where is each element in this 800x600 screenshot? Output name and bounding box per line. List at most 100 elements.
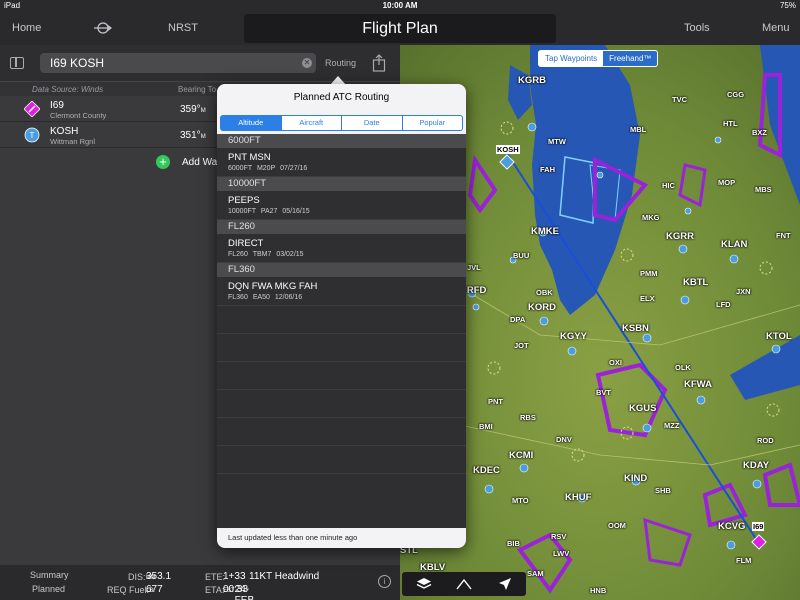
menu-button[interactable]: Menu: [762, 22, 790, 34]
map-label[interactable]: FAH: [540, 165, 555, 174]
map-label[interactable]: MBS: [755, 185, 772, 194]
map-label[interactable]: BMI: [479, 422, 493, 431]
map-label[interactable]: PNT: [488, 397, 503, 406]
tab-altitude[interactable]: Altitude: [221, 116, 282, 130]
map-label[interactable]: FLM: [736, 556, 751, 565]
map-label[interactable]: JVL: [467, 263, 481, 272]
map-label[interactable]: JOT: [514, 341, 529, 350]
map-label[interactable]: KHUF: [565, 492, 591, 503]
map-label[interactable]: KTOL: [766, 331, 792, 342]
map-label[interactable]: BIB: [507, 539, 520, 548]
map-label[interactable]: RBS: [520, 413, 536, 422]
map-label[interactable]: HNB: [590, 586, 606, 595]
layers-icon[interactable]: [416, 577, 432, 591]
map-label[interactable]: OXI: [609, 358, 622, 367]
map-label[interactable]: FNT: [776, 231, 791, 240]
map-label[interactable]: KDAY: [743, 460, 769, 471]
routing-entry[interactable]: PNT MSN 6000FT M20P 07/27/16: [217, 148, 466, 177]
map-label[interactable]: KGRR: [666, 231, 694, 242]
map-label[interactable]: KGRB: [518, 75, 546, 86]
map-label[interactable]: MTO: [512, 496, 529, 505]
map-draw-mode-toggle[interactable]: Tap Waypoints Freehand™: [538, 50, 659, 67]
info-icon[interactable]: i: [378, 575, 391, 588]
add-waypoint-icon[interactable]: +: [156, 155, 170, 169]
map-label[interactable]: ROD: [757, 436, 774, 445]
map-label[interactable]: KBTL: [683, 277, 708, 288]
routing-entry[interactable]: DIRECT FL260 TBM7 03/02/15: [217, 234, 466, 263]
map-label[interactable]: KGYY: [560, 331, 587, 342]
waypoint-name: Clermont County: [50, 111, 107, 120]
map-label[interactable]: BUU: [513, 251, 529, 260]
split-view-icon[interactable]: [10, 57, 24, 69]
profile-icon[interactable]: [456, 577, 472, 591]
map-label[interactable]: MBL: [630, 125, 646, 134]
map-label[interactable]: DNV: [556, 435, 572, 444]
map-label[interactable]: HIC: [662, 181, 675, 190]
summary-bar[interactable]: Summary Planned DIS: 353.1 NM REQ Fuel: 6…: [0, 565, 400, 600]
add-waypoint-label[interactable]: Add Wa: [182, 157, 217, 168]
map-label[interactable]: BXZ: [752, 128, 767, 137]
map-label[interactable]: OLK: [675, 363, 691, 372]
home-button[interactable]: Home: [12, 22, 41, 34]
map-label[interactable]: KSBN: [622, 323, 649, 334]
map-label[interactable]: PMM: [640, 269, 658, 278]
routing-entry[interactable]: PEEPS 10000FT PA27 05/16/15: [217, 191, 466, 220]
map-label[interactable]: KCMI: [509, 450, 533, 461]
map-label[interactable]: KOSH: [496, 145, 520, 154]
map-label[interactable]: MOP: [718, 178, 735, 187]
tab-popular[interactable]: Popular: [403, 116, 463, 130]
map-label[interactable]: MTW: [548, 137, 566, 146]
map-label[interactable]: HTL: [723, 119, 738, 128]
map-toolbar: [402, 572, 526, 596]
map-label[interactable]: BVT: [596, 388, 611, 397]
direct-to-icon[interactable]: [94, 21, 112, 35]
routing-route: DIRECT: [228, 238, 264, 249]
nrst-button[interactable]: NRST: [168, 22, 198, 34]
map-label[interactable]: KORD: [528, 302, 556, 313]
tab-date[interactable]: Date: [342, 116, 403, 130]
waypoint-id: KOSH: [50, 126, 79, 137]
routing-button[interactable]: Routing: [325, 58, 356, 68]
map-label[interactable]: KMKE: [531, 226, 559, 237]
map-label[interactable]: KFWA: [684, 379, 712, 390]
map-label[interactable]: MKG: [642, 213, 660, 222]
map-label[interactable]: DPA: [510, 315, 525, 324]
summary-label: Summary: [30, 570, 69, 580]
map-label[interactable]: JXN: [736, 287, 751, 296]
waypoint-id: I69: [50, 100, 64, 111]
tools-button[interactable]: Tools: [684, 22, 710, 34]
route-input[interactable]: [40, 53, 316, 73]
map-label[interactable]: LWV: [553, 549, 569, 558]
distance-label: DIS:: [128, 572, 146, 582]
group-header: 10000FT: [217, 177, 466, 191]
map-label[interactable]: TVC: [672, 95, 687, 104]
map-label[interactable]: RSV: [551, 532, 566, 541]
location-arrow-icon[interactable]: [498, 577, 512, 591]
map-label[interactable]: KCVG: [718, 521, 745, 532]
map-label[interactable]: I69: [752, 522, 765, 531]
tap-waypoints-button[interactable]: Tap Waypoints: [539, 51, 604, 66]
sort-segmented-control[interactable]: Altitude Aircraft Date Popular: [220, 115, 463, 131]
map-label[interactable]: ELX: [640, 294, 655, 303]
user-waypoint-icon: [24, 101, 40, 117]
routing-list[interactable]: 6000FT PNT MSN 6000FT M20P 07/27/16 1000…: [217, 134, 466, 528]
map-label[interactable]: SAM: [527, 569, 544, 578]
map-label[interactable]: SHB: [655, 486, 671, 495]
tab-aircraft[interactable]: Aircraft: [282, 116, 342, 130]
map-label[interactable]: KDEC: [473, 465, 500, 476]
map-label[interactable]: OOM: [608, 521, 626, 530]
ete-label: ETE:: [205, 572, 226, 582]
map-label[interactable]: KLAN: [721, 239, 747, 250]
map-label[interactable]: KGUS: [629, 403, 656, 414]
map-label[interactable]: OBK: [536, 288, 553, 297]
fuel-value: 677 LB: [146, 584, 163, 595]
map-label[interactable]: LFD: [716, 300, 731, 309]
routing-entry[interactable]: DQN FWA MKG FAH FL360 EA50 12/06/16: [217, 277, 466, 306]
map-label[interactable]: MZZ: [664, 421, 679, 430]
freehand-button[interactable]: Freehand™: [603, 51, 657, 66]
clear-icon[interactable]: ✕: [302, 58, 312, 68]
popover-title: Planned ATC Routing: [293, 92, 390, 103]
share-icon[interactable]: [372, 54, 386, 72]
map-label[interactable]: KIND: [624, 473, 647, 484]
map-label[interactable]: CGG: [727, 90, 744, 99]
